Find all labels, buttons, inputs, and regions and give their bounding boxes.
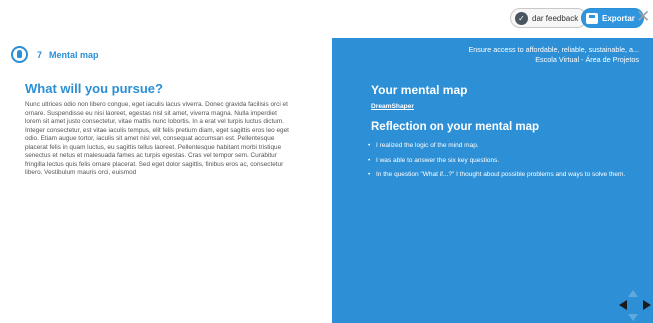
step-label: Mental map [49,49,99,60]
lightbulb-icon [11,46,28,63]
export-button[interactable]: Exportar [581,8,644,28]
step-number: 7 [37,49,43,60]
project-info: Ensure access to affordable, reliable, s… [469,45,639,64]
mental-map-panel: Ensure access to affordable, reliable, s… [332,38,653,323]
close-icon[interactable]: ✕ [636,7,652,27]
feedback-button[interactable]: ✓ dar feedback [510,8,588,28]
dreamshaper-link[interactable]: DreamShaper [371,103,414,110]
list-item: I was able to answer the six key questio… [368,157,648,166]
save-icon [586,12,598,24]
nav-up-icon[interactable] [628,290,638,297]
slide-navigation [616,290,652,321]
page-title: What will you pursue? [25,81,163,96]
project-name: Ensure access to affordable, reliable, s… [468,45,639,54]
list-item: I realized the logic of the mind map. [368,142,648,151]
top-toolbar: ✓ dar feedback Exportar ✕ [0,0,653,38]
feedback-label: dar feedback [532,13,579,23]
export-label: Exportar [602,13,635,23]
school-name: Escola Virtual - Área de Projetos [535,54,639,64]
list-item: In the question "What if...?" I thought … [368,171,648,180]
chat-check-icon: ✓ [515,11,528,25]
reflection-list: I realized the logic of the mind map. I … [368,142,648,186]
mental-map-title: Your mental map [371,83,468,97]
nav-left-icon[interactable] [619,300,627,310]
body-text: Nunc ultrices odio non libero congue, eg… [25,101,289,176]
nav-down-icon[interactable] [628,314,638,321]
step-header: 7 Mental map [11,46,99,63]
nav-right-icon[interactable] [643,300,651,310]
reflection-title: Reflection on your mental map [371,121,540,133]
content-panel: 7 Mental map What will you pursue? Nunc … [0,38,332,323]
